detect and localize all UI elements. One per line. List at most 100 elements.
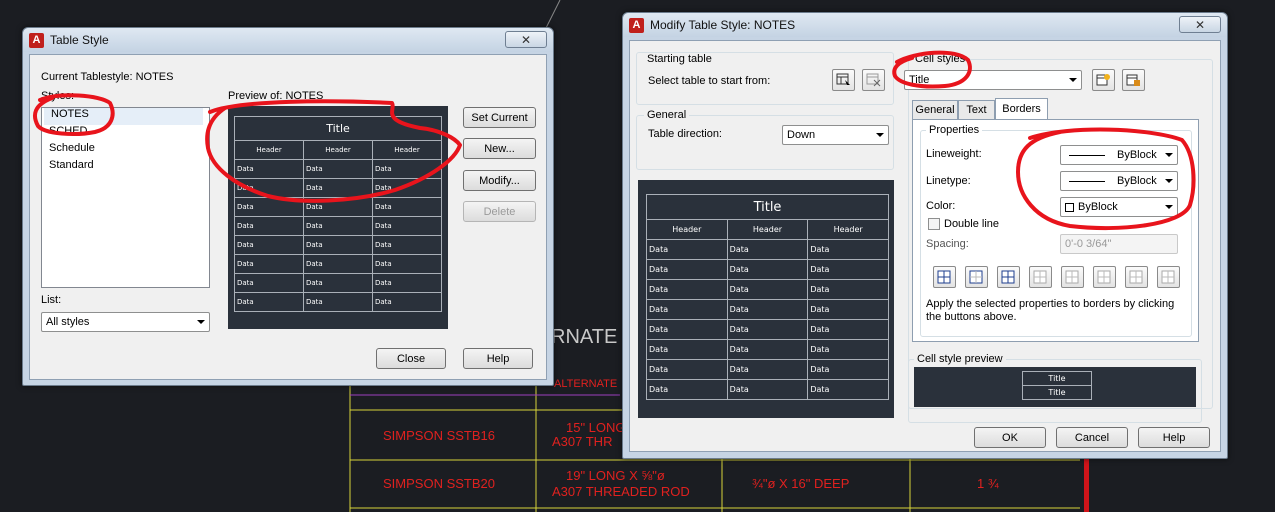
cell-style-preview-label: Cell style preview (914, 353, 1006, 365)
preview-data-cell: Data (372, 178, 442, 198)
list-item[interactable]: Standard (42, 159, 209, 176)
select-table-button[interactable] (832, 69, 855, 91)
manage-cell-styles-icon (1126, 74, 1140, 86)
preview-table: Title Header Header Header Data Data Data D… (234, 116, 442, 312)
list-filter-select[interactable]: All styles (41, 312, 210, 332)
preview-title: Title (646, 194, 889, 220)
preview-data-cell: Data (303, 273, 373, 293)
inside-borders-button[interactable] (997, 266, 1020, 288)
preview-data-cell: Data (646, 319, 728, 340)
preview-data-cell: Data (807, 299, 889, 320)
titlebar[interactable]: A Modify Table Style: NOTES (623, 13, 1227, 37)
preview-data-cell: Data (303, 235, 373, 255)
new-button[interactable]: New... (463, 138, 536, 159)
preview-header: Header (726, 219, 809, 240)
tab-general[interactable]: General (912, 100, 958, 119)
preview-data-cell: Data (646, 279, 728, 300)
preview-data-cell: Data (303, 197, 373, 217)
color-select[interactable]: ByBlock (1060, 197, 1178, 217)
list-item[interactable]: NOTES (44, 108, 203, 125)
preview-data-cell: Data (807, 279, 889, 300)
outside-borders-button[interactable] (965, 266, 988, 288)
preview-data-cell: Data (303, 292, 373, 312)
table-preview: Title Header Header Header Data Data Data D… (228, 106, 448, 329)
all-borders-button[interactable] (933, 266, 956, 288)
preview-table: Title Header Header Header Data Data Data D… (646, 194, 889, 400)
preview-data-cell: Data (646, 259, 728, 280)
manage-cell-styles-button[interactable] (1122, 69, 1145, 91)
list-item[interactable]: Schedule (42, 142, 209, 159)
autocad-logo-icon: A (29, 32, 44, 48)
create-cell-style-button[interactable] (1092, 69, 1115, 91)
preview-header: Header (234, 140, 304, 160)
preview-data-cell: Data (372, 273, 442, 293)
lineweight-select[interactable]: ByBlock (1060, 145, 1178, 165)
alternate-heading: RNATE (551, 326, 618, 348)
current-tablestyle: Current Tablestyle: NOTES (41, 71, 174, 83)
right-border-button[interactable] (1125, 266, 1148, 288)
chevron-down-icon (876, 133, 884, 137)
remove-table-icon (866, 73, 881, 87)
select-table-label: Select table to start from: (648, 75, 771, 87)
remove-table-button[interactable] (862, 69, 885, 91)
tab-borders[interactable]: Borders (995, 98, 1048, 119)
set-current-button[interactable]: Set Current (463, 107, 536, 128)
color-label: Color: (926, 200, 956, 212)
outside-borders-icon (969, 270, 983, 284)
preview-data-cell: Data (234, 178, 304, 198)
preview-data-cell: Data (807, 259, 889, 280)
right-border-icon (1129, 270, 1143, 284)
double-line-checkbox[interactable] (928, 218, 940, 230)
no-border-button[interactable] (1157, 266, 1180, 288)
styles-list[interactable]: NOTES SCHED Schedule Standard (41, 107, 210, 288)
spacing-label: Spacing: (926, 238, 969, 250)
cell-preview-title: Title (1022, 371, 1092, 386)
select-table-icon (836, 73, 850, 85)
modify-button[interactable]: Modify... (463, 170, 536, 191)
row2-desc-line1: 19" LONG X ⅝"ø (566, 468, 665, 483)
left-border-button[interactable] (1061, 266, 1084, 288)
preview-data-cell: Data (646, 359, 728, 380)
close-button[interactable]: Close (376, 348, 446, 369)
help-button[interactable]: Help (463, 348, 533, 369)
top-border-button[interactable] (1093, 266, 1116, 288)
modify-table-style-dialog: A Modify Table Style: NOTES ✕ Starting t… (622, 12, 1228, 459)
linetype-select[interactable]: ByBlock (1060, 171, 1178, 191)
list-item[interactable]: SCHED (42, 125, 209, 142)
close-icon[interactable]: ✕ (505, 31, 547, 48)
preview-data-cell: Data (726, 259, 809, 280)
spacing-input[interactable]: 0'-0 3/64" (1060, 234, 1178, 254)
table-direction-select[interactable]: Down (782, 125, 889, 145)
preview-data-cell: Data (807, 239, 889, 260)
cell-preview-title: Title (1022, 385, 1092, 400)
preview-data-cell: Data (807, 359, 889, 380)
preview-data-rows: Data Data Data Data Data Data Data Data Data Data… (234, 159, 442, 312)
inside-borders-icon (1001, 270, 1015, 284)
preview-data-cell: Data (726, 359, 809, 380)
preview-data-cell: Data (234, 292, 304, 312)
close-icon[interactable]: ✕ (1179, 16, 1221, 33)
tab-text[interactable]: Text (958, 100, 995, 119)
table-preview: Title Header Header Header Data Data Data D… (638, 180, 894, 418)
cell-style-value: Title (909, 74, 930, 86)
table-style-dialog: A Table Style ✕ Current Tablestyle: NOTE… (22, 27, 554, 386)
color-value: ByBlock (1078, 201, 1118, 213)
ok-button[interactable]: OK (974, 427, 1046, 448)
preview-data-cell: Data (372, 254, 442, 274)
row1-fastener: SIMPSON SSTB16 (383, 428, 495, 443)
titlebar[interactable]: A Table Style (23, 28, 553, 52)
preview-data-cell: Data (646, 299, 728, 320)
preview-header: Header (303, 140, 373, 160)
help-button[interactable]: Help (1138, 427, 1210, 448)
delete-button[interactable]: Delete (463, 201, 536, 222)
styles-label: Styles: (41, 90, 75, 102)
preview-data-cell: Data (234, 235, 304, 255)
cancel-button[interactable]: Cancel (1056, 427, 1128, 448)
color-swatch (1065, 202, 1074, 212)
row1-desc-line1: 15" LONG (566, 420, 626, 435)
cell-style-select[interactable]: Title (904, 70, 1082, 90)
row2-desc-line2: A307 THREADED ROD (552, 484, 690, 499)
lineweight-label: Lineweight: (926, 148, 982, 160)
preview-data-cell: Data (234, 254, 304, 274)
bottom-border-button[interactable] (1029, 266, 1052, 288)
